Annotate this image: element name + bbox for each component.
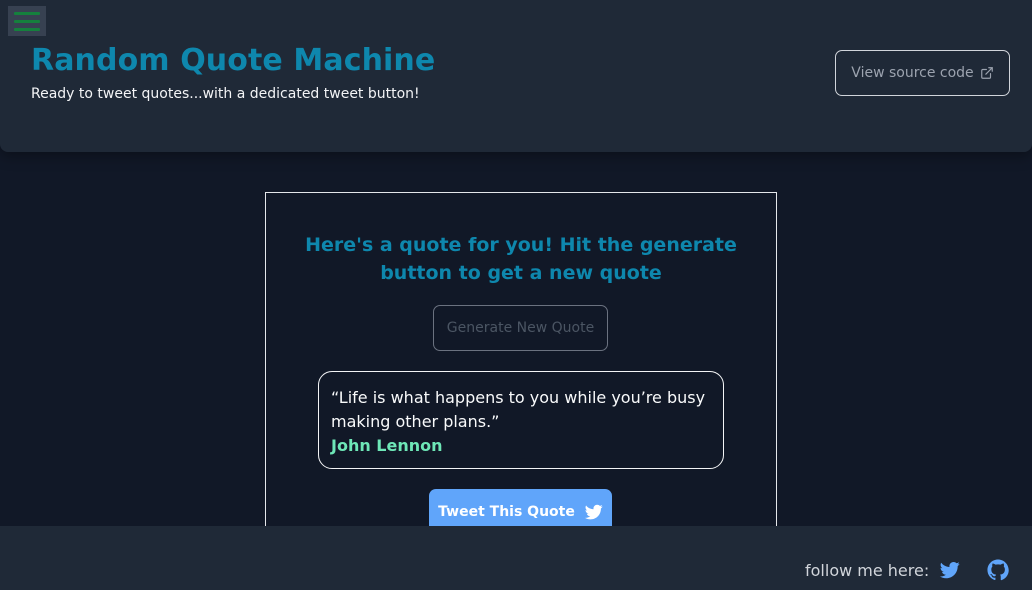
- github-icon[interactable]: [987, 559, 1009, 581]
- twitter-icon[interactable]: [939, 560, 961, 580]
- follow-label: follow me here:: [805, 561, 930, 580]
- page: Random Quote Machine Ready to tweet quot…: [0, 0, 1032, 590]
- tweet-quote-label: Tweet This Quote: [438, 504, 575, 520]
- hamburger-menu-icon[interactable]: [8, 6, 46, 36]
- page-subtitle: Ready to tweet quotes...with a dedicated…: [31, 86, 420, 102]
- card-heading: Here's a quote for you! Hit the generate…: [305, 234, 737, 284]
- app-footer: follow me here:: [0, 526, 1032, 590]
- page-title: Random Quote Machine: [31, 43, 436, 78]
- quote-card: Here's a quote for you! Hit the generate…: [265, 192, 777, 552]
- generate-quote-button[interactable]: Generate New Quote: [433, 305, 608, 351]
- menu-line: [14, 19, 40, 23]
- quote-text: “Life is what happens to you while you’r…: [331, 388, 706, 431]
- twitter-icon: [584, 504, 603, 520]
- app-header: Random Quote Machine Ready to tweet quot…: [0, 0, 1032, 152]
- quote-box: “Life is what happens to you while you’r…: [318, 371, 724, 469]
- menu-line: [14, 27, 40, 31]
- quote-author: John Lennon: [331, 436, 443, 455]
- menu-line: [14, 11, 40, 15]
- external-link-icon: [980, 67, 993, 79]
- view-source-label: View source code: [851, 65, 974, 81]
- view-source-button[interactable]: View source code: [835, 50, 1010, 96]
